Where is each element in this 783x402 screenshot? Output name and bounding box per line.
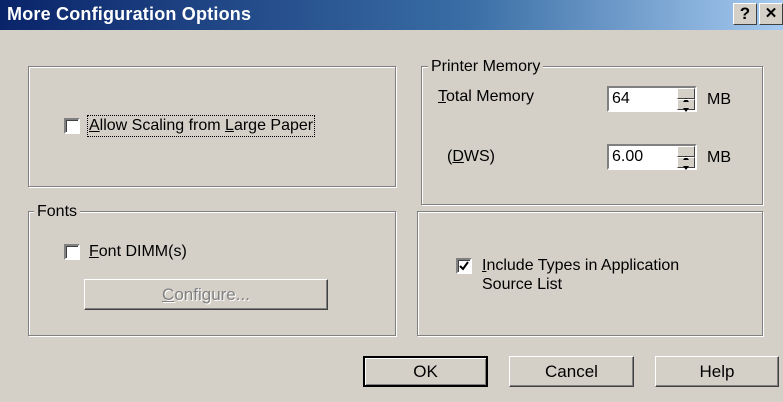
dws-label: (DWS) [447,148,495,166]
dws-spinner[interactable]: 6.00 [607,144,697,170]
mnemonic-t: T [438,88,446,105]
spin-arrows[interactable] [677,88,695,112]
title-bar[interactable]: More Configuration Options ? ✕ [0,0,783,30]
mnemonic-l: L [225,117,234,134]
label-part: arge Paper [233,117,314,134]
total-memory-value[interactable]: 64 [612,90,630,108]
allow-scaling-label[interactable]: Allow Scaling from Large Paper [86,115,316,137]
spin-up-icon[interactable] [677,146,695,160]
printer-memory-legend: Printer Memory [428,58,544,76]
total-memory-label: Total Memory [438,88,534,106]
mnemonic-d: D [452,148,464,165]
include-types-checkbox[interactable] [456,258,472,274]
window-title: More Configuration Options [7,4,252,24]
label-part: otal Memory [446,88,535,105]
total-memory-unit: MB [707,91,731,108]
spin-down-icon[interactable] [677,157,695,170]
label-part: llow Scaling from [99,117,226,134]
close-button[interactable]: ✕ [759,3,783,25]
label-part: nclude Types in Application [486,257,680,274]
spin-down-icon[interactable] [677,99,695,112]
include-types-label-line2[interactable]: Source List [482,276,562,294]
font-dimm-checkbox[interactable] [64,244,80,260]
spin-up-icon[interactable] [677,88,695,102]
help-dialog-button[interactable]: Help [655,356,779,387]
fonts-group [28,211,396,336]
check-icon [459,261,469,271]
font-dimm-label[interactable]: Font DIMM(s) [89,243,187,261]
ok-button[interactable]: OK [363,356,488,387]
label-part: onfigure... [174,285,250,304]
mnemonic-c: C [162,285,175,304]
total-memory-spinner[interactable]: 64 [607,86,697,112]
dws-unit: MB [707,149,731,166]
help-button[interactable]: ? [733,3,757,25]
spin-arrows[interactable] [677,146,695,170]
label-part: WS) [463,148,495,165]
fonts-legend: Fonts [34,203,81,221]
include-types-label-line1[interactable]: Include Types in Application [482,257,679,275]
configure-button[interactable]: Configure... [84,279,328,310]
mnemonic-f: F [89,243,99,260]
mnemonic-a: A [89,117,100,134]
allow-scaling-checkbox[interactable] [64,118,80,134]
printer-memory-group [421,66,763,205]
label-part: ont DIMM(s) [98,243,187,260]
cancel-button[interactable]: Cancel [509,356,634,387]
dws-value[interactable]: 6.00 [612,148,643,166]
